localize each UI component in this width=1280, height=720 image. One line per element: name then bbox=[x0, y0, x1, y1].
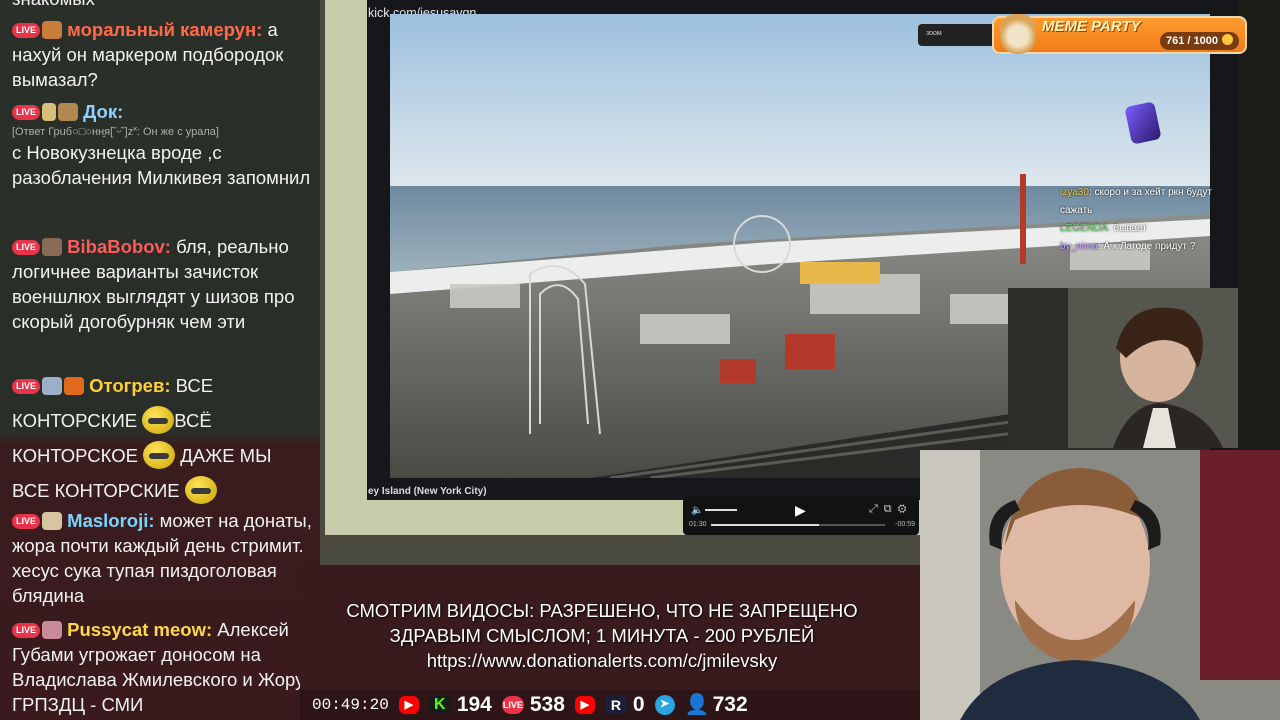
progress-fill bbox=[711, 524, 819, 526]
volume-icon[interactable]: 🔈 bbox=[691, 505, 703, 516]
streamer-person-image bbox=[920, 450, 1280, 720]
meme-party-widget: MEME PARTY 761 / 1000 bbox=[992, 14, 1247, 54]
youtube-icon: ▶ bbox=[398, 696, 419, 714]
guest-webcam bbox=[1008, 288, 1238, 448]
live-icon: LIVE bbox=[501, 696, 524, 714]
guest-person-image bbox=[1008, 288, 1238, 448]
emote-icon bbox=[42, 377, 63, 395]
emote-icon bbox=[58, 103, 79, 121]
rutube-icon: R bbox=[604, 696, 627, 714]
chat-panel: знакомых LIVE моральный камерун: а нахуй… bbox=[0, 0, 320, 720]
volume-slider[interactable] bbox=[705, 509, 737, 511]
overlay-chat-line: LEGENDA: бывает bbox=[1060, 223, 1147, 234]
emote-icon bbox=[42, 21, 63, 39]
chat-message: LIVE Док: [Ответ Грuб○□○нн͍я[˘ᵕ˘]z˟: Он … bbox=[12, 99, 312, 190]
stream-timer: 00:49:20 bbox=[312, 696, 389, 714]
live-badge: LIVE bbox=[12, 105, 41, 120]
emote-icon bbox=[42, 238, 63, 256]
live-badge: LIVE bbox=[12, 240, 41, 255]
emote-icon bbox=[42, 621, 63, 639]
chat-nick[interactable]: моральный камерун: bbox=[67, 19, 262, 40]
meme-tag: зоом bbox=[918, 24, 996, 46]
live-badge: LIVE bbox=[12, 623, 41, 638]
cup-icon bbox=[42, 103, 57, 121]
emote-icon bbox=[64, 377, 85, 395]
play-button[interactable]: ▶ bbox=[795, 502, 806, 519]
overlay-chat-line: by_nima: А к Лагоде придут ? bbox=[1060, 241, 1196, 252]
chat-nick[interactable]: Док: bbox=[83, 101, 123, 122]
chat-fragment: знакомых bbox=[12, 0, 312, 11]
overlay-chat: izya30: скоро и за хейт ркн будут сажать… bbox=[1060, 184, 1235, 256]
time-elapsed: 01:30 bbox=[689, 521, 707, 528]
live-badge: LIVE bbox=[12, 23, 41, 38]
youtube-icon: ▶ bbox=[574, 696, 595, 714]
chat-message: LIVE моральный камерун: а нахуй он марке… bbox=[12, 17, 312, 92]
chat-message: LIVE BibaBobov: бля, реально логичнее ва… bbox=[12, 234, 312, 334]
player-extra-icons[interactable]: ⤢⧉⚙ bbox=[869, 503, 913, 516]
coin-icon bbox=[1222, 34, 1233, 45]
chat-nick[interactable]: Отогрев: bbox=[89, 375, 170, 396]
emoji-smile-icon bbox=[143, 441, 176, 469]
video-controls: 🔈 ▶ ⤢⧉⚙ 01:30 -00:59 bbox=[683, 497, 919, 535]
time-remaining: -00:59 bbox=[895, 521, 915, 528]
emoji-smile-icon bbox=[184, 476, 217, 504]
stream-stats-bar: 00:49:20 ▶ K 194 LIVE 538 ▶ R 0 ➤ 👤 732 bbox=[300, 690, 920, 720]
chat-reply: [Ответ Грuб○□○нн͍я[˘ᵕ˘]z˟: Он же с урала… bbox=[12, 126, 219, 138]
progress-bar[interactable] bbox=[711, 524, 885, 526]
meme-party-title: MEME PARTY bbox=[1042, 18, 1141, 35]
overlay-chat-line: izya30: скоро и за хейт ркн будут сажать bbox=[1060, 187, 1212, 216]
live-badge: LIVE bbox=[12, 379, 41, 394]
meme-party-counter: 761 / 1000 bbox=[1160, 32, 1239, 50]
chat-message: LIVE Отогрев: ВСЕ КОНТОРСКИЕ ВСЁ КОНТОРС… bbox=[12, 368, 312, 508]
emoji-smile-icon bbox=[142, 406, 175, 434]
chat-message: LIVE Pussycat meow: Алексей Губами угрож… bbox=[12, 617, 312, 717]
streamer-webcam bbox=[920, 450, 1280, 720]
chat-message: LIVE Masloroji: может на донаты, жора по… bbox=[12, 508, 312, 608]
donation-announcement: СМОТРИМ ВИДОСЫ: РАЗРЕШЕНО, ЧТО НЕ ЗАПРЕЩ… bbox=[312, 598, 892, 673]
rutube-viewers: R 0 bbox=[604, 693, 645, 717]
total-viewers: 👤 732 bbox=[684, 693, 748, 716]
live-badge: LIVE bbox=[12, 514, 41, 529]
emote-icon bbox=[42, 512, 63, 530]
kick-icon: K bbox=[428, 696, 451, 714]
doge-icon bbox=[1000, 14, 1036, 54]
kick-viewers: K 194 bbox=[428, 693, 492, 717]
chat-nick[interactable]: Pussycat meow: bbox=[67, 619, 212, 640]
chat-nick[interactable]: Masloroji: bbox=[67, 510, 154, 531]
video-caption: ey Island (New York City) bbox=[368, 486, 487, 497]
telegram-icon: ➤ bbox=[654, 695, 675, 715]
chat-text: с Новокузнецка вроде ,с разоблачения Мил… bbox=[12, 142, 311, 188]
live-viewers: LIVE 538 bbox=[501, 693, 565, 716]
chat-nick[interactable]: BibaBobov: bbox=[67, 236, 171, 257]
donation-link[interactable]: https://www.donationalerts.com/c/jmilevs… bbox=[312, 648, 892, 673]
person-icon: 👤 bbox=[684, 694, 710, 716]
